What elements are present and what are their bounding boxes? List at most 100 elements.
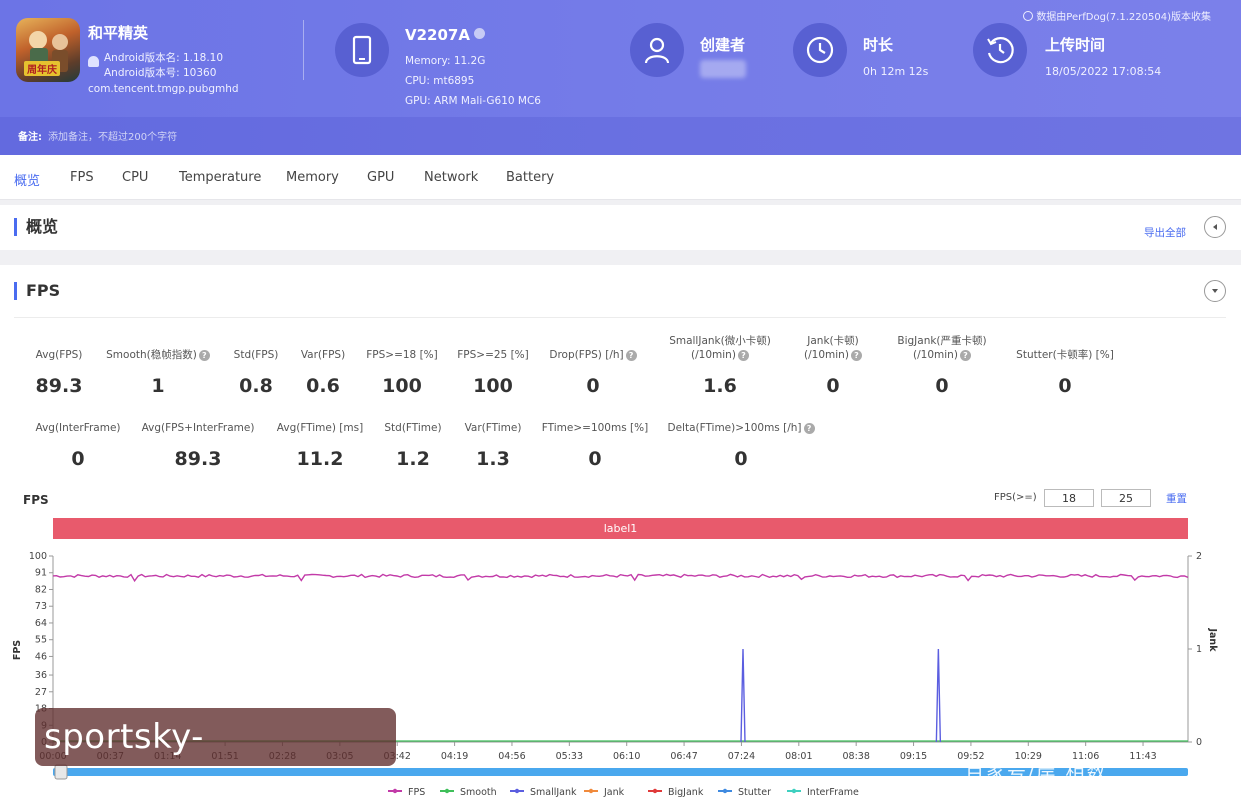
notes-label: 备注: (18, 132, 42, 143)
export-all-link[interactable]: 导出全部 (1144, 225, 1186, 240)
chevron-down-icon (1212, 289, 1218, 293)
metric-value-avg-interframe: 0 (71, 448, 85, 470)
package-name: com.tencent.tmgp.pubgmhd (88, 83, 239, 95)
smalljank-label-unit: (/10min) (691, 349, 736, 361)
smooth-label-text: Smooth(稳帧指数) (106, 349, 197, 361)
metric-value-drop: 0 (586, 375, 600, 397)
metric-label-std-fps: Std(FPS) (233, 349, 279, 361)
android-icon (88, 56, 99, 67)
metric-label-var-fps: Var(FPS) (300, 349, 346, 361)
metric-value-smalljank: 1.6 (703, 375, 737, 397)
device-cpu: CPU: mt6895 (405, 75, 475, 87)
x-tick-label: 04:56 (498, 751, 525, 762)
tab-memory[interactable]: Memory (286, 170, 339, 185)
device-model: V2207A (405, 26, 485, 44)
x-tick-label: 06:10 (613, 751, 640, 762)
drop-label-text: Drop(FPS) [/h] (549, 349, 624, 361)
tab-network[interactable]: Network (424, 170, 478, 185)
x-tick-label: 05:33 (556, 751, 583, 762)
legend-label: Smooth (460, 787, 497, 798)
metric-label-jank: Jank(卡顿) (/10min)? (790, 334, 876, 362)
x-tick-label: 06:47 (670, 751, 697, 762)
watermark: sportsky-yaxing.com (35, 708, 396, 800)
tab-bar: 概览 FPS CPU Temperature Memory GPU Networ… (0, 155, 1241, 200)
legend-marker (588, 788, 594, 794)
metric-value-std-ftime: 1.2 (396, 448, 430, 470)
info-icon[interactable] (473, 28, 485, 39)
fps-section-title: FPS (14, 282, 60, 300)
smalljank-spike (740, 648, 746, 743)
watermark-secondary: 百家号/岸 相数 (965, 761, 1108, 783)
x-tick-label: 11:43 (1129, 751, 1156, 762)
y2-tick-label: 2 (1196, 551, 1202, 562)
help-icon[interactable]: ? (198, 350, 210, 361)
tab-gpu[interactable]: GPU (367, 170, 394, 185)
phone-icon (335, 23, 389, 77)
legend-label: SmallJank (530, 787, 577, 798)
user-icon (630, 23, 684, 77)
metric-label-stutter: Stutter(卡顿率) [%] (1016, 349, 1114, 361)
collect-info-text: 数据由PerfDog(7.1.220504)版本收集 (1036, 12, 1211, 23)
notes-input[interactable]: 添加备注，不超过200个字符 (48, 128, 177, 143)
tab-overview[interactable]: 概览 (14, 170, 40, 189)
metric-label-fps18: FPS>=18 [%] (366, 349, 438, 361)
metric-value-jank: 0 (826, 375, 840, 397)
metric-label-bigjank: BigJank(严重卡顿) (/10min)? (880, 334, 1004, 362)
metric-value-ftime100: 0 (588, 448, 602, 470)
legend-label: BigJank (668, 787, 704, 798)
delta-ftime-label-text: Delta(FTime)>100ms [/h] (667, 422, 802, 434)
x-tick-label: 08:38 (842, 751, 869, 762)
bigjank-label-text: BigJank(严重卡顿) (897, 335, 987, 347)
metric-value-var-ftime: 1.3 (476, 448, 510, 470)
metric-value-smooth: 1 (151, 375, 165, 397)
help-icon[interactable]: ? (625, 350, 637, 361)
legend-label: Jank (603, 787, 625, 798)
help-icon[interactable]: ? (850, 350, 862, 361)
y-tick-label: 36 (35, 670, 47, 681)
smalljank-spike (935, 648, 942, 743)
metric-value-fps18: 100 (382, 375, 422, 397)
bigjank-label-unit: (/10min) (913, 349, 958, 361)
collapse-left-button[interactable] (1204, 216, 1226, 238)
legend-marker (652, 788, 658, 794)
y-tick-label: 64 (35, 618, 47, 629)
legend-label: FPS (408, 787, 425, 798)
x-tick-label: 04:19 (441, 751, 468, 762)
clock-icon (793, 23, 847, 77)
legend-marker (444, 788, 450, 794)
duration-label: 时长 (863, 36, 894, 54)
help-icon[interactable]: ? (803, 423, 815, 434)
notes-bar[interactable]: 备注: 添加备注，不超过200个字符 (0, 117, 1241, 155)
metric-label-avg-ftime: Avg(FTime) [ms] (276, 422, 364, 434)
tab-temperature[interactable]: Temperature (179, 170, 261, 185)
help-icon[interactable]: ? (737, 350, 749, 361)
jank-label-text: Jank(卡顿) (807, 335, 859, 347)
metric-value-avg-fps-interframe: 89.3 (174, 448, 222, 470)
tab-cpu[interactable]: CPU (122, 170, 148, 185)
upload-time-label: 上传时间 (1045, 36, 1106, 54)
tab-battery[interactable]: Battery (506, 170, 554, 185)
metric-value-avg-fps: 89.3 (35, 375, 83, 397)
metric-value-var-fps: 0.6 (306, 375, 340, 397)
section-divider (14, 317, 1226, 318)
y-tick-label: 100 (29, 551, 47, 562)
legend-marker (722, 788, 728, 794)
collapse-down-button[interactable] (1204, 280, 1226, 302)
app-icon: 周年庆 (16, 18, 80, 82)
metric-value-delta-ftime: 0 (734, 448, 748, 470)
tab-fps[interactable]: FPS (70, 170, 94, 185)
legend-marker (514, 788, 520, 794)
metric-value-std-fps: 0.8 (239, 375, 273, 397)
metric-label-smalljank: SmallJank(微小卡顿) (/10min)? (655, 334, 785, 362)
y-tick-label: 46 (35, 651, 47, 662)
help-icon[interactable]: ? (959, 350, 971, 361)
metric-label-fps25: FPS>=25 [%] (457, 349, 529, 361)
info-circle-icon (1023, 11, 1034, 21)
metric-label-delta-ftime: Delta(FTime)>100ms [/h]? (664, 421, 818, 435)
header-divider (303, 20, 304, 80)
metric-label-drop: Drop(FPS) [/h]? (543, 348, 643, 362)
y-tick-label: 82 (35, 584, 47, 595)
metric-label-ftime100: FTime>=100ms [%] (541, 422, 649, 434)
y2-tick-label: 1 (1196, 644, 1202, 655)
x-tick-label: 07:24 (728, 751, 755, 762)
